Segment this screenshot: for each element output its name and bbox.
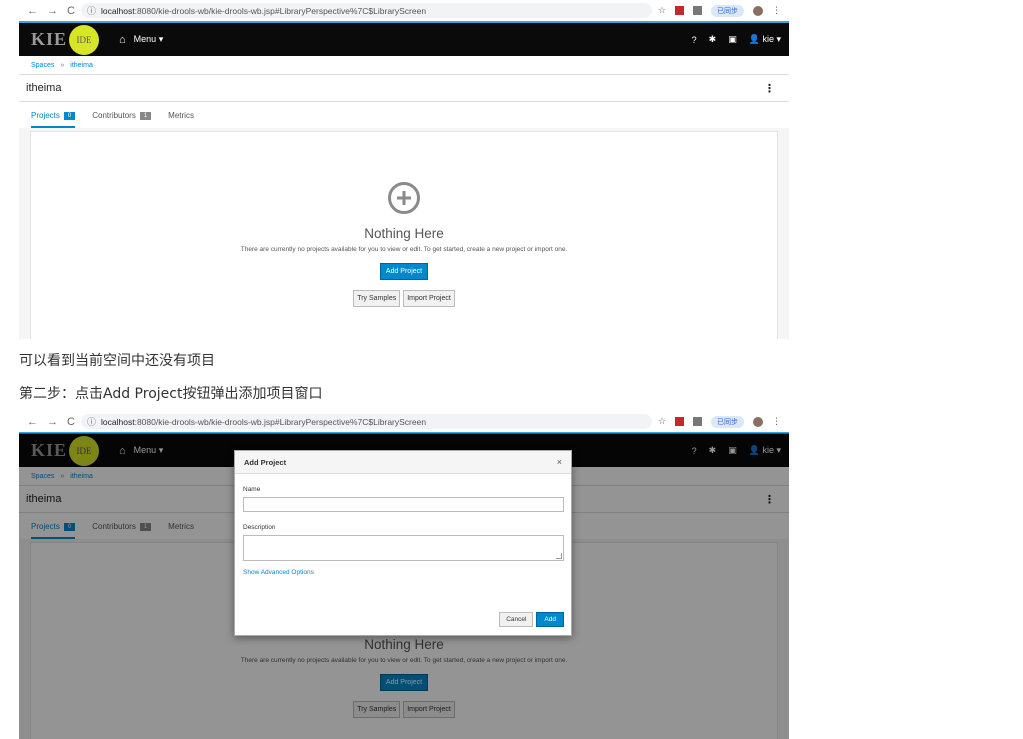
browser-extensions: ☆ 已同步 ⋮ <box>658 415 789 428</box>
menu-label: Menu <box>133 34 157 44</box>
breadcrumb-spaces[interactable]: Spaces <box>31 62 54 69</box>
brand-badge: IDE <box>69 24 100 55</box>
browser-nav: ← → C <box>19 416 81 428</box>
dialog-footer: Cancel Add <box>499 612 564 627</box>
tab-projects[interactable]: Projects 0 <box>31 111 76 128</box>
sync-extension-badge[interactable]: 已同步 <box>711 4 744 17</box>
brand-text: KIE <box>31 29 68 49</box>
user-menu[interactable]: 👤 kie ▾ <box>749 34 781 45</box>
count-badge: 1 <box>139 111 152 120</box>
caption-second: 第二步：点击Add Project按钮弹出添加项目窗口 <box>19 386 323 402</box>
forward-icon[interactable]: → <box>47 416 58 428</box>
back-icon[interactable]: ← <box>27 5 38 17</box>
screenshot-library-empty: ← → C ⓘ localhost :8080/kie-drools-wb/ki… <box>19 0 789 339</box>
browser-toolbar: ← → C ⓘ localhost :8080/kie-drools-wb/ki… <box>19 411 789 432</box>
home-icon[interactable]: ⌂ <box>119 34 126 46</box>
description-label: Description <box>243 524 276 531</box>
description-field[interactable] <box>243 535 564 561</box>
url-host: localhost <box>101 5 135 16</box>
help-icon[interactable]: ? <box>692 35 697 45</box>
info-icon[interactable]: ⓘ <box>87 415 96 428</box>
navbar-actions: ? ✱ ▣ 👤 kie ▾ <box>692 34 789 45</box>
browser-extensions: ☆ 已同步 ⋮ <box>658 4 789 17</box>
extension-icon[interactable] <box>693 6 702 15</box>
try-samples-button[interactable]: Try Samples <box>353 290 401 307</box>
add-circle-icon <box>388 182 420 214</box>
tab-contributors[interactable]: Contributors 1 <box>92 111 152 128</box>
empty-state-title: Nothing Here <box>364 226 444 241</box>
profile-avatar[interactable] <box>753 416 763 427</box>
back-icon[interactable]: ← <box>27 416 38 428</box>
secondary-actions: Try Samples Import Project <box>31 290 777 307</box>
screenshot-add-project-modal: ← → C ⓘ localhost :8080/kie-drools-wb/ki… <box>19 411 789 739</box>
show-advanced-options-link[interactable]: Show Advanced Options <box>243 569 563 576</box>
browser-toolbar: ← → C ⓘ localhost :8080/kie-drools-wb/ki… <box>19 0 789 21</box>
address-bar[interactable]: ⓘ localhost :8080/kie-drools-wb/kie-droo… <box>81 3 652 18</box>
breadcrumb: Spaces » itheima <box>19 56 789 75</box>
space-header: itheima ⋮ <box>19 75 789 102</box>
browser-nav: ← → C <box>19 5 81 17</box>
browser-menu-icon[interactable]: ⋮ <box>772 416 781 427</box>
page-title: itheima <box>26 82 62 94</box>
close-icon[interactable]: × <box>557 457 562 467</box>
reload-icon[interactable]: C <box>67 5 75 17</box>
sync-extension-badge[interactable]: 已同步 <box>711 415 744 428</box>
breadcrumb-current[interactable]: itheima <box>70 62 93 69</box>
tab-label: Projects <box>31 111 60 120</box>
count-badge: 0 <box>63 111 76 120</box>
import-project-button[interactable]: Import Project <box>403 290 455 307</box>
dialog-body: Name Description Show Advanced Options <box>235 474 571 576</box>
address-bar[interactable]: ⓘ localhost :8080/kie-drools-wb/kie-droo… <box>81 414 652 429</box>
app-navbar: KIE IDE ⌂ Menu ▾ ? ✱ ▣ 👤 kie ▾ <box>19 21 789 56</box>
url-path: :8080/kie-drools-wb/kie-drools-wb.jsp#Li… <box>134 5 427 16</box>
name-field[interactable] <box>243 497 564 512</box>
empty-state-panel: Nothing Here There are currently no proj… <box>30 131 778 339</box>
tab-label: Metrics <box>168 111 194 120</box>
user-name: kie <box>762 34 774 44</box>
dialog-title: Add Project <box>244 457 287 467</box>
reload-icon[interactable]: C <box>67 416 75 428</box>
add-project-button[interactable]: Add Project <box>379 263 429 280</box>
profile-avatar[interactable] <box>753 5 763 16</box>
star-icon[interactable]: ☆ <box>658 5 666 16</box>
library-tabs: Projects 0 Contributors 1 Metrics <box>19 102 789 128</box>
dialog-header: Add Project × <box>235 451 571 474</box>
add-project-dialog: Add Project × Name Description Show Adva… <box>234 450 572 636</box>
pdf-extension-icon[interactable] <box>675 417 684 426</box>
url-path: :8080/kie-drools-wb/kie-drools-wb.jsp#Li… <box>134 416 427 427</box>
tab-label: Contributors <box>92 111 136 120</box>
kie-logo[interactable]: KIE IDE <box>31 24 100 55</box>
pdf-extension-icon[interactable] <box>675 6 684 15</box>
add-button[interactable]: Add <box>536 612 564 627</box>
tab-metrics[interactable]: Metrics <box>168 111 194 128</box>
caption-first: 可以看到当前空间中还没有项目 <box>19 353 215 369</box>
browser-menu-icon[interactable]: ⋮ <box>772 5 781 16</box>
info-icon[interactable]: ⓘ <box>87 4 96 17</box>
gear-icon[interactable]: ✱ <box>709 34 717 45</box>
cancel-button[interactable]: Cancel <box>499 612 534 627</box>
breadcrumb-separator: » <box>60 61 65 69</box>
briefcase-icon[interactable]: ▣ <box>728 34 737 45</box>
forward-icon[interactable]: → <box>47 5 58 17</box>
empty-state-message: There are currently no projects availabl… <box>240 246 568 253</box>
name-label: Name <box>243 486 261 493</box>
kebab-menu-icon[interactable]: ⋮ <box>764 82 775 95</box>
menu-dropdown[interactable]: Menu ▾ <box>134 34 164 45</box>
star-icon[interactable]: ☆ <box>658 416 666 427</box>
url-host: localhost <box>101 416 135 427</box>
extension-icon[interactable] <box>693 417 702 426</box>
